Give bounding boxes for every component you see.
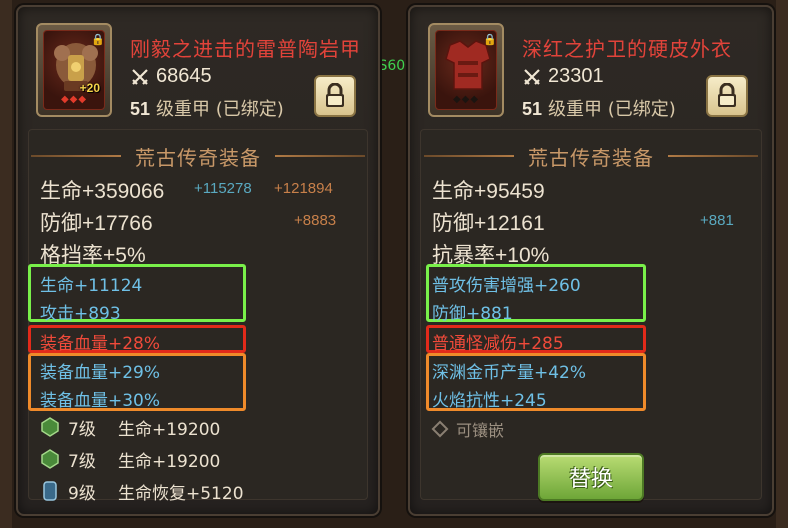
crossed-swords-icon [524, 68, 540, 85]
item-level-row: 51 级重甲 (已绑定) [130, 95, 284, 121]
stat-row: 防御+12161 [432, 212, 545, 235]
extra-attr: 防御+881 [432, 304, 513, 324]
red-gem-icon: ◆ [60, 94, 70, 105]
background-left-edge [0, 0, 12, 528]
lock-button[interactable] [314, 75, 356, 117]
extra-attr: 攻击+893 [40, 304, 121, 324]
item-icon-frame[interactable]: 🔒 +20 ◆◆◆ [36, 23, 112, 117]
blue-gem-icon [43, 481, 57, 501]
padlock-icon [326, 83, 344, 107]
empty-socket-label: 可镶嵌 [456, 421, 505, 440]
padlock-icon [718, 83, 736, 107]
extra-attr: 装备血量+29% [40, 363, 161, 383]
combat-power: 23301 [522, 65, 604, 88]
section-title: 荒古传奇装备 [135, 145, 261, 170]
divider [668, 155, 758, 157]
extra-attr: 普通怪减伤+285 [432, 334, 564, 354]
extra-attr: 深渊金币产量+42% [432, 363, 587, 383]
extra-attr: 火焰抗性+245 [432, 391, 547, 411]
stat-bonus: +881 [700, 212, 734, 229]
lock-icon: 🔒 [91, 33, 105, 46]
socket-row: 7级 生命+19200 [40, 446, 220, 472]
extra-attr: 普攻伤害增强+260 [432, 276, 581, 296]
divider [424, 155, 514, 157]
replace-button[interactable]: 替换 [538, 453, 644, 501]
empty-socket-icon [431, 420, 449, 438]
gem-slots: ◆◆◆ [44, 94, 104, 105]
combat-power: 68645 [130, 65, 212, 88]
stat-bonus: +121894 [274, 180, 333, 197]
stat-row: 生命+359066 [40, 180, 165, 203]
section-header: 荒古传奇装备 [18, 143, 378, 170]
stat-bonus: +8883 [294, 212, 337, 229]
gem-slots: ◆◆◆ [436, 94, 496, 105]
divider [275, 155, 365, 157]
stat-row: 生命+95459 [432, 180, 545, 203]
item-level-desc: 级重甲 (已绑定) [548, 99, 676, 120]
combat-power-value: 68645 [156, 65, 212, 87]
combat-power-value: 23301 [548, 65, 604, 87]
lock-button[interactable] [706, 75, 748, 117]
section-header: 荒古传奇装备 [410, 143, 772, 170]
green-gem-icon [41, 449, 59, 469]
item-icon-frame[interactable]: 🔒 ◆◆◆ [428, 23, 504, 117]
empty-gem-icon: ◆ [452, 94, 462, 105]
enhance-badge: +20 [79, 81, 100, 95]
armor-icon: 🔒 ◆◆◆ [435, 30, 497, 110]
item-level: 51 [130, 99, 151, 119]
item-name: 刚毅之进击的雷普陶岩甲 [130, 37, 361, 61]
armor-icon: 🔒 +20 ◆◆◆ [43, 30, 105, 110]
item-name: 深红之护卫的硬皮外衣 [522, 37, 732, 61]
section-title: 荒古传奇装备 [528, 145, 654, 170]
socket-row: 9级 生命恢复+5120 [40, 478, 244, 504]
lock-icon: 🔒 [483, 33, 497, 46]
item-level-row: 51 级重甲 (已绑定) [522, 95, 676, 121]
empty-socket: 可镶嵌 [431, 417, 505, 441]
extra-attr: 生命+11124 [40, 276, 143, 296]
item-level-desc: 级重甲 (已绑定) [156, 99, 284, 120]
equipped-item-panel: 🔒 +20 ◆◆◆ 刚毅之进击的雷普陶岩甲 68645 51 级重甲 (已绑定) … [16, 5, 380, 516]
stat-bonus: +115278 [194, 180, 252, 197]
background-right-edge [776, 0, 788, 528]
socket-row: 7级 生命+19200 [40, 414, 220, 440]
green-gem-icon [41, 417, 59, 437]
item-level: 51 [522, 99, 543, 119]
divider [31, 155, 121, 157]
extra-attr: 装备血量+28% [40, 334, 161, 354]
new-item-panel: 🔒 ◆◆◆ 深红之护卫的硬皮外衣 23301 51 级重甲 (已绑定) 荒古传奇装… [408, 5, 774, 516]
crossed-swords-icon [132, 68, 148, 85]
red-gem-icon: ◆ [78, 94, 88, 105]
empty-gem-icon: ◆ [470, 94, 480, 105]
stat-row: 防御+17766 [40, 212, 153, 235]
extra-attr: 装备血量+30% [40, 391, 161, 411]
